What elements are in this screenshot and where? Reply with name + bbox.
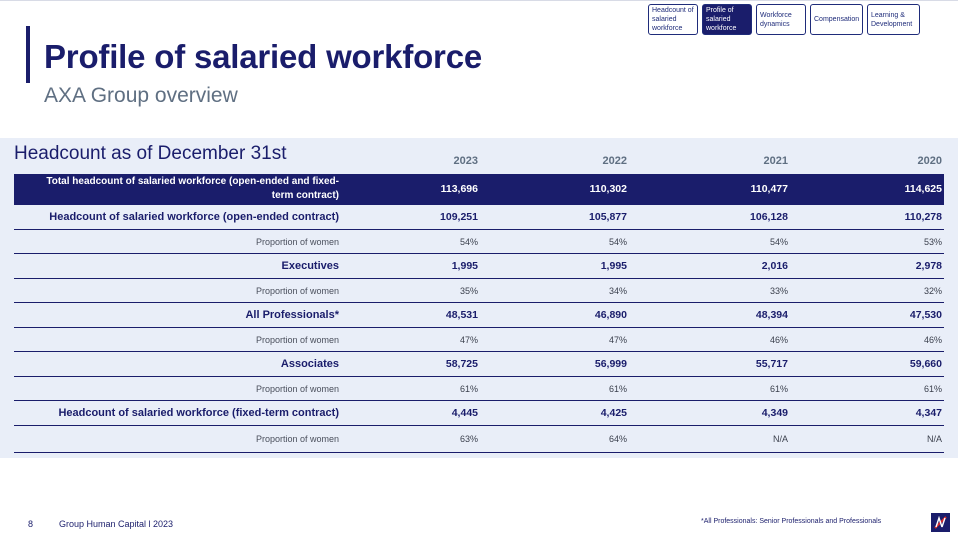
row-value: 47,530 <box>909 309 942 321</box>
row-value: 46,890 <box>594 309 627 321</box>
row-label: Headcount of salaried workforce (open-en… <box>49 211 339 223</box>
row-value: 4,349 <box>761 407 788 419</box>
row-value: 56,999 <box>594 358 627 370</box>
row-value: 47% <box>608 334 627 345</box>
row-value: 110,278 <box>904 211 942 223</box>
row-value: N/A <box>772 434 788 444</box>
row-label: Proportion of women <box>255 434 339 444</box>
row-value: N/A <box>926 434 942 444</box>
row-value: 54% <box>459 236 478 247</box>
row-label: Proportion of women <box>255 285 339 296</box>
row-label: Proportion of women <box>255 334 339 345</box>
table-row: Proportion of women 47% 47% 46% 46% <box>14 328 944 352</box>
slide: Headcount of salaried workforce Profile … <box>0 0 958 541</box>
row-value: 63% <box>459 434 478 444</box>
row-value: 4,347 <box>915 407 942 419</box>
row-label: Proportion of women <box>255 383 339 394</box>
row-value: 61% <box>459 383 478 394</box>
row-value: 46% <box>769 334 788 345</box>
row-value: 114,625 <box>904 183 942 195</box>
year-header: 2020 <box>917 155 942 167</box>
tab-profile[interactable]: Profile of salaried workforce <box>702 4 752 35</box>
year-header: 2021 <box>763 155 788 167</box>
row-value: 106,128 <box>750 211 788 223</box>
row-label: Executives <box>281 260 339 272</box>
table-row: Proportion of women 61% 61% 61% 61% <box>14 377 944 401</box>
row-value: 47% <box>459 334 478 345</box>
table-row: Headcount of salaried workforce (fixed-t… <box>14 401 944 426</box>
row-value: 61% <box>923 383 942 394</box>
table-row: Executives 1,995 1,995 2,016 2,978 <box>14 254 944 279</box>
table-heading: Headcount as of December 31st <box>14 143 287 164</box>
row-value: 54% <box>769 236 788 247</box>
year-header: 2022 <box>602 155 627 167</box>
table-row: Associates 58,725 56,999 55,717 59,660 <box>14 352 944 377</box>
row-label: Proportion of women <box>255 236 339 247</box>
row-label: Associates <box>280 358 339 370</box>
row-value: 110,477 <box>750 183 788 195</box>
table-row: Proportion of women 63% 64% N/A N/A <box>14 426 944 453</box>
row-value: 53% <box>923 236 942 247</box>
row-value: 59,660 <box>909 358 942 370</box>
table-row: All Professionals* 48,531 46,890 48,394 … <box>14 303 944 328</box>
row-value: 110,302 <box>589 183 627 195</box>
row-value: 1,995 <box>600 260 627 272</box>
row-value: 1,995 <box>451 260 478 272</box>
row-label: Headcount of salaried workforce (fixed-t… <box>58 407 339 419</box>
row-value: 4,425 <box>600 407 627 419</box>
row-value: 105,877 <box>589 211 627 223</box>
row-value: 48,394 <box>755 309 788 321</box>
row-value: 109,251 <box>440 211 478 223</box>
row-value: 54% <box>608 236 627 247</box>
row-value: 34% <box>608 285 627 296</box>
axa-logo-icon <box>931 513 950 532</box>
tab-headcount[interactable]: Headcount of salaried workforce <box>648 4 698 35</box>
row-value: 2,016 <box>761 260 788 272</box>
tab-learning-development[interactable]: Learning & Development <box>867 4 920 35</box>
footer-source: Group Human Capital l 2023 <box>59 519 174 529</box>
headcount-table: Total headcount of salaried workforce (o… <box>14 174 944 453</box>
row-label: Total headcount of salaried workforce (o… <box>46 176 339 201</box>
row-value: 55,717 <box>755 358 788 370</box>
tab-compensation[interactable]: Compensation <box>810 4 863 35</box>
table-row-total: Total headcount of salaried workforce (o… <box>14 174 944 205</box>
page-number: 8 <box>28 519 34 529</box>
table-row: Proportion of women 35% 34% 33% 32% <box>14 279 944 303</box>
top-divider <box>0 0 958 1</box>
row-value: 64% <box>608 434 627 444</box>
year-header: 2023 <box>453 155 478 167</box>
row-value: 61% <box>769 383 788 394</box>
row-value: 2,978 <box>915 260 942 272</box>
tab-workforce-dynamics[interactable]: Workforce dynamics <box>756 4 806 35</box>
row-value: 46% <box>923 334 942 345</box>
footnote: *All Professionals: Senior Professionals… <box>701 518 882 525</box>
row-value: 35% <box>459 285 478 296</box>
row-value: 4,445 <box>451 407 478 419</box>
table-row: Proportion of women 54% 54% 54% 53% <box>14 230 944 254</box>
page-subtitle: AXA Group overview <box>44 84 238 107</box>
row-value: 113,696 <box>440 183 478 195</box>
row-value: 61% <box>608 383 627 394</box>
row-value: 32% <box>923 285 942 296</box>
row-value: 58,725 <box>445 358 478 370</box>
row-value: 33% <box>769 285 788 296</box>
row-value: 48,531 <box>445 309 478 321</box>
table-row: Headcount of salaried workforce (open-en… <box>14 205 944 230</box>
row-label: All Professionals* <box>245 309 339 321</box>
title-accent-bar <box>26 26 30 83</box>
page-title: Profile of salaried workforce <box>44 38 483 75</box>
section-nav: Headcount of salaried workforce Profile … <box>648 4 920 35</box>
